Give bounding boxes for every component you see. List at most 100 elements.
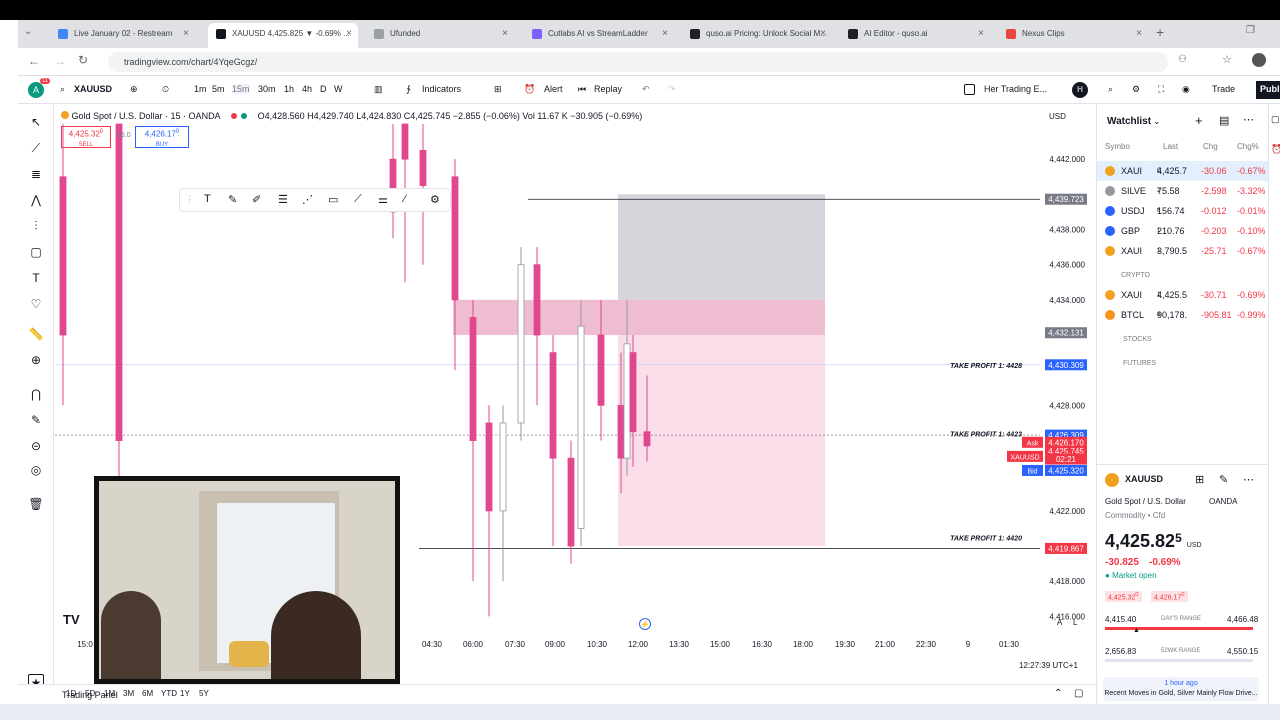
- sliders-tool-icon[interactable]: ⚌: [378, 193, 388, 206]
- shapes-icon[interactable]: ▢: [28, 244, 44, 260]
- browser-tab[interactable]: AI Editor - quso.ai ×: [840, 23, 990, 48]
- hide-drawings-icon[interactable]: ⊝: [28, 438, 44, 454]
- tab-close-icon[interactable]: ×: [662, 23, 668, 45]
- reload-icon[interactable]: ↻: [78, 53, 88, 67]
- profile-avatar[interactable]: [1252, 53, 1266, 67]
- indicators-icon[interactable]: ∱: [406, 84, 411, 95]
- alert-button[interactable]: Alert: [544, 84, 563, 94]
- news-card[interactable]: 1 hour ago Recent Moves in Gold, Silver …: [1103, 677, 1259, 701]
- bookmark-star-icon[interactable]: ☆: [1222, 53, 1232, 66]
- quick-search-icon[interactable]: ⌕: [1108, 84, 1113, 95]
- templates-icon[interactable]: ⊞: [494, 84, 502, 95]
- trash-icon[interactable]: 🗑: [28, 496, 44, 512]
- layout-badge[interactable]: H: [1072, 82, 1088, 98]
- text-tool-icon[interactable]: T: [204, 193, 211, 205]
- browser-tab[interactable]: Ufunded ×: [366, 23, 514, 48]
- details-grid-icon[interactable]: ⊞: [1195, 473, 1204, 486]
- range-5Y[interactable]: 5Y: [199, 689, 209, 698]
- new-tab-button[interactable]: +: [1156, 24, 1164, 40]
- rail-watchlist-icon[interactable]: ▢: [1271, 114, 1280, 125]
- browser-tab[interactable]: XAUUSD 4,425.825 ▼ -0.69% ... ×: [208, 23, 358, 48]
- path-tool-icon[interactable]: ⋰: [302, 193, 313, 206]
- log-scale-toggle[interactable]: L: [1073, 618, 1077, 627]
- indicators-button[interactable]: Indicators: [422, 84, 461, 94]
- browser-tab[interactable]: quso.ai Pricing: Unlock Social M... ×: [682, 23, 832, 48]
- interval-4h[interactable]: 4h: [302, 84, 312, 94]
- details-more-icon[interactable]: ⋯: [1243, 473, 1254, 486]
- alert-icon[interactable]: ⏰: [524, 84, 535, 95]
- watchlist-row[interactable]: XAUI 4,425.5 1 -30.71 -0.69%: [1097, 285, 1269, 305]
- fib-icon[interactable]: ≣: [28, 166, 44, 182]
- range-3M[interactable]: 3M: [123, 689, 134, 698]
- watchlist-row[interactable]: XAUI 4,425.7 C -30.06 -0.67%: [1097, 161, 1269, 181]
- trading-panel-button[interactable]: Trading Panel: [62, 690, 118, 700]
- column-chg-pct[interactable]: Chg%: [1237, 142, 1259, 151]
- ray-tool-icon[interactable]: ∕: [404, 193, 406, 205]
- snapshot-icon[interactable]: ◉: [1182, 84, 1190, 95]
- interval-W[interactable]: W: [334, 84, 343, 94]
- details-symbol[interactable]: XAUUSD: [1125, 474, 1163, 484]
- window-restore-icon[interactable]: ❐: [1246, 25, 1255, 36]
- tab-close-icon[interactable]: ×: [502, 23, 508, 45]
- compare-icon[interactable]: ⊕: [130, 84, 138, 95]
- interval-30m[interactable]: 30m: [258, 84, 276, 94]
- replay-button[interactable]: Replay: [594, 84, 622, 94]
- interval-1h[interactable]: 1h: [284, 84, 294, 94]
- watchlist-row[interactable]: GBP 210.76 1 -0.203 -0.10%: [1097, 221, 1269, 241]
- auto-scale-toggle[interactable]: A: [1057, 618, 1062, 627]
- buy-button[interactable]: 4,426.170 BUY: [135, 126, 189, 148]
- interval-5m[interactable]: 5m: [212, 84, 225, 94]
- watchlist-row[interactable]: SILVE 75.58 2 -2.598 -3.32%: [1097, 181, 1269, 201]
- tab-close-icon[interactable]: ×: [820, 23, 826, 45]
- publish-button[interactable]: Publi: [1256, 81, 1280, 99]
- column-symbol[interactable]: Symbo: [1105, 142, 1130, 151]
- add-symbol-icon[interactable]: +: [1195, 113, 1203, 128]
- crypto-section-header[interactable]: CRYPTO: [1121, 272, 1150, 279]
- user-avatar[interactable]: A: [28, 82, 44, 98]
- column-last[interactable]: Last: [1163, 142, 1178, 151]
- stocks-section-header[interactable]: STOCKS: [1123, 336, 1152, 343]
- pencil-tool-icon[interactable]: ✎: [228, 193, 237, 206]
- ruler-icon[interactable]: 📏: [28, 326, 44, 342]
- range-YTD[interactable]: YTD: [161, 689, 177, 698]
- maximize-panel-icon[interactable]: ▢: [1074, 688, 1083, 699]
- watchlist-more-icon[interactable]: ⋯: [1243, 113, 1254, 126]
- favorites-heart-icon[interactable]: ♡: [28, 296, 44, 312]
- rail-alerts-icon[interactable]: ⏰: [1271, 144, 1280, 155]
- layout-checkbox[interactable]: [964, 84, 975, 95]
- interval-D[interactable]: D: [320, 84, 327, 94]
- details-name[interactable]: Gold Spot / U.S. Dollar: [1105, 497, 1186, 506]
- goto-date-icon[interactable]: ⌃: [1054, 688, 1062, 699]
- visibility-icon[interactable]: ◎: [28, 462, 44, 478]
- settings-icon[interactable]: ⚙: [1132, 84, 1140, 95]
- legend-title[interactable]: Gold Spot / U.S. Dollar · 15 · OANDA: [72, 111, 221, 121]
- url-field[interactable]: tradingview.com/chart/4YqeGcgz/: [108, 52, 1168, 72]
- interval-15m[interactable]: 15m: [232, 84, 250, 94]
- chart-type-icon[interactable]: ⏲: [162, 84, 169, 95]
- layout-name[interactable]: Her Trading E...: [984, 84, 1047, 94]
- watchlist-row[interactable]: USDJ 156.74 8 -0.012 -0.01%: [1097, 201, 1269, 221]
- symbol-search-icon[interactable]: ⌕: [60, 84, 65, 95]
- details-edit-icon[interactable]: ✎: [1219, 473, 1228, 486]
- tab-close-icon[interactable]: ×: [978, 23, 984, 45]
- browser-tab[interactable]: Nexus Clips ×: [998, 23, 1148, 48]
- bars-icon[interactable]: ▥: [374, 84, 383, 95]
- prediction-icon[interactable]: ⫶: [28, 218, 44, 234]
- line-tool-icon[interactable]: ⟋: [354, 193, 362, 206]
- lock-drawings-icon[interactable]: ✎: [28, 412, 44, 428]
- range-6M[interactable]: 6M: [142, 689, 153, 698]
- range-1Y[interactable]: 1Y: [180, 689, 190, 698]
- pattern-icon[interactable]: ⋀: [28, 192, 44, 208]
- browser-tab[interactable]: Cutlabs AI vs StreamLadder ×: [524, 23, 674, 48]
- tab-close-icon[interactable]: ×: [346, 23, 352, 45]
- interval-1m[interactable]: 1m: [194, 84, 207, 94]
- fullscreen-icon[interactable]: ⛶: [1158, 84, 1164, 95]
- tab-close-icon[interactable]: ×: [183, 23, 189, 45]
- settings-tool-icon[interactable]: ⚙: [430, 193, 440, 206]
- undo-icon[interactable]: ↶: [642, 84, 650, 95]
- watchlist-row[interactable]: BTCL 90,178. 8 -905.81 -0.99%: [1097, 305, 1269, 325]
- back-icon[interactable]: ←: [28, 54, 40, 68]
- cursor-icon[interactable]: ↖: [28, 114, 44, 130]
- column-chg[interactable]: Chg: [1203, 142, 1218, 151]
- lightning-icon[interactable]: ⚡: [639, 618, 651, 630]
